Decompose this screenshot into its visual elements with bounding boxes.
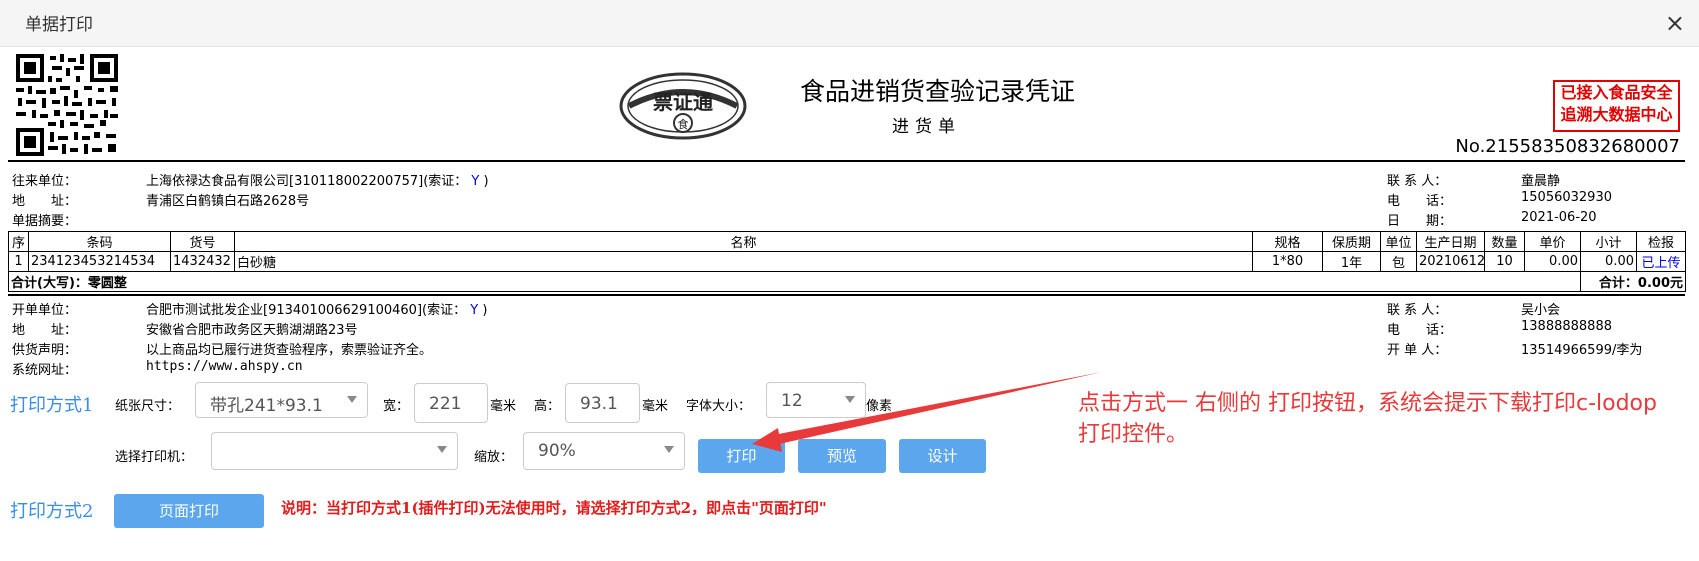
annotation-line-1: 点击方式一 右侧的 打印按钮，系统会提示下载打印c-lodop [1078,391,1657,416]
annotation-line-2: 打印控件。 [1078,422,1189,447]
annotation-text: 点击方式一 右侧的 打印按钮，系统会提示下载打印c-lodop 打印控件。 [1078,388,1657,450]
annotation-arrow [752,372,1102,452]
